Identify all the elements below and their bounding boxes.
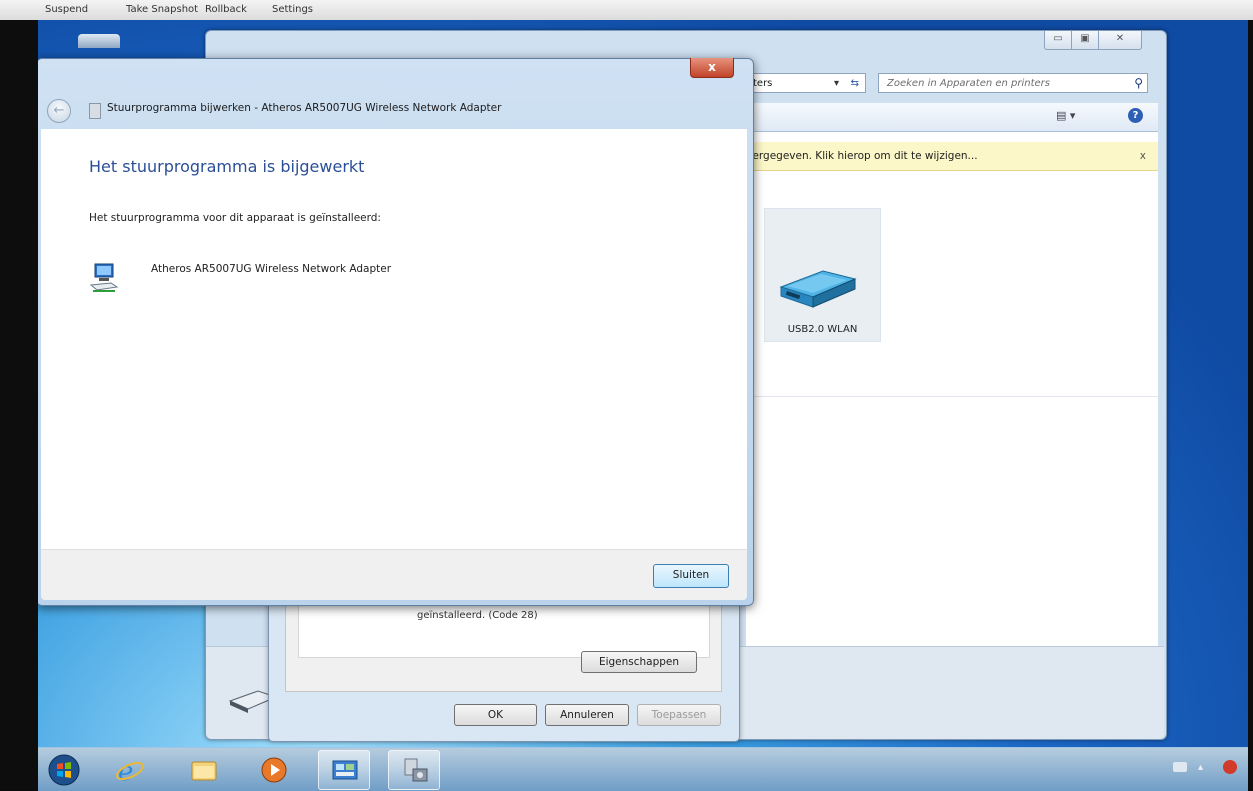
tray-arrow-icon[interactable]: ▴ — [1198, 762, 1203, 773]
action-center-icon[interactable] — [1223, 760, 1237, 774]
taskbar: e ▴ — [38, 747, 1248, 791]
close-button[interactable]: ✕ — [1098, 31, 1142, 50]
wizard-subtext: Het stuurprogramma voor dit apparaat is … — [89, 212, 381, 224]
divider — [746, 396, 1158, 397]
help-icon[interactable]: ? — [1128, 108, 1143, 123]
apply-button: Toepassen — [637, 704, 721, 726]
device-status-text: geïnstalleerd. (Code 28) — [417, 610, 538, 621]
search-icon[interactable]: ⚲ — [1134, 76, 1143, 90]
update-driver-wizard: x ← Stuurprogramma bijwerken - Atheros A… — [36, 58, 754, 606]
info-bar-text: eergegeven. Klik hierop om dit te wijzig… — [746, 150, 978, 162]
device-manager-icon[interactable] — [388, 750, 440, 790]
host-left-border — [0, 20, 38, 790]
close-wizard-button[interactable]: Sluiten — [653, 564, 729, 588]
back-arrow-icon[interactable]: ← — [47, 99, 71, 123]
menu-rollback[interactable]: Rollback — [205, 4, 247, 15]
usb-wlan-device-icon — [779, 270, 857, 308]
dropdown-icon[interactable]: ▾ — [834, 74, 839, 94]
address-bar[interactable]: ters ▾ ⇆ — [746, 73, 866, 93]
search-box[interactable]: Zoeken in Apparaten en printers ⚲ — [878, 73, 1148, 93]
network-tray-icon[interactable] — [1173, 762, 1187, 772]
info-bar[interactable]: eergegeven. Klik hierop om dit te wijzig… — [746, 142, 1158, 171]
wizard-heading: Het stuurprogramma is bijgewerkt — [89, 157, 365, 176]
wizard-body: Het stuurprogramma is bijgewerkt Het stu… — [41, 129, 747, 549]
cancel-button[interactable]: Annuleren — [545, 704, 629, 726]
vm-menubar: Suspend Take Snapshot Rollback Settings — [0, 0, 1253, 21]
file-explorer-icon[interactable] — [178, 750, 228, 788]
control-panel-icon[interactable] — [318, 750, 370, 790]
start-orb-icon[interactable] — [38, 750, 88, 788]
minimize-button[interactable]: ▭ — [1044, 31, 1072, 50]
device-label: USB2.0 WLAN — [787, 324, 858, 335]
wizard-title: Stuurprogramma bijwerken - Atheros AR500… — [107, 102, 502, 114]
device-tile-usb-wlan[interactable]: USB2.0 WLAN — [764, 208, 881, 342]
command-bar: ▤ ▾ ? — [746, 103, 1158, 132]
wizard-close-button[interactable]: x — [690, 58, 734, 78]
ok-button[interactable]: OK — [454, 704, 537, 726]
view-options-icon[interactable]: ▤ ▾ — [1056, 109, 1075, 122]
menu-take-snapshot[interactable]: Take Snapshot — [126, 4, 198, 15]
properties-button[interactable]: Eigenschappen — [581, 651, 697, 673]
recycle-bin-icon[interactable] — [78, 34, 120, 48]
wizard-device-name: Atheros AR5007UG Wireless Network Adapte… — [151, 263, 392, 275]
network-adapter-icon — [89, 263, 119, 292]
device-manager-title-icon — [89, 103, 101, 119]
menu-suspend[interactable]: Suspend — [45, 4, 88, 15]
info-bar-close-icon[interactable]: x — [1140, 142, 1146, 170]
maximize-button[interactable]: ▣ — [1071, 31, 1099, 50]
search-placeholder: Zoeken in Apparaten en printers — [887, 78, 1051, 89]
media-player-icon[interactable] — [248, 750, 298, 788]
menu-settings[interactable]: Settings — [272, 4, 313, 15]
refresh-icon[interactable]: ⇆ — [851, 74, 859, 94]
wizard-footer: Sluiten — [41, 549, 747, 600]
devices-pane: eergegeven. Klik hierop om dit te wijzig… — [746, 132, 1158, 647]
internet-explorer-icon[interactable]: e — [104, 750, 154, 788]
address-text: ters — [753, 78, 773, 89]
host-right-border — [1248, 20, 1253, 790]
